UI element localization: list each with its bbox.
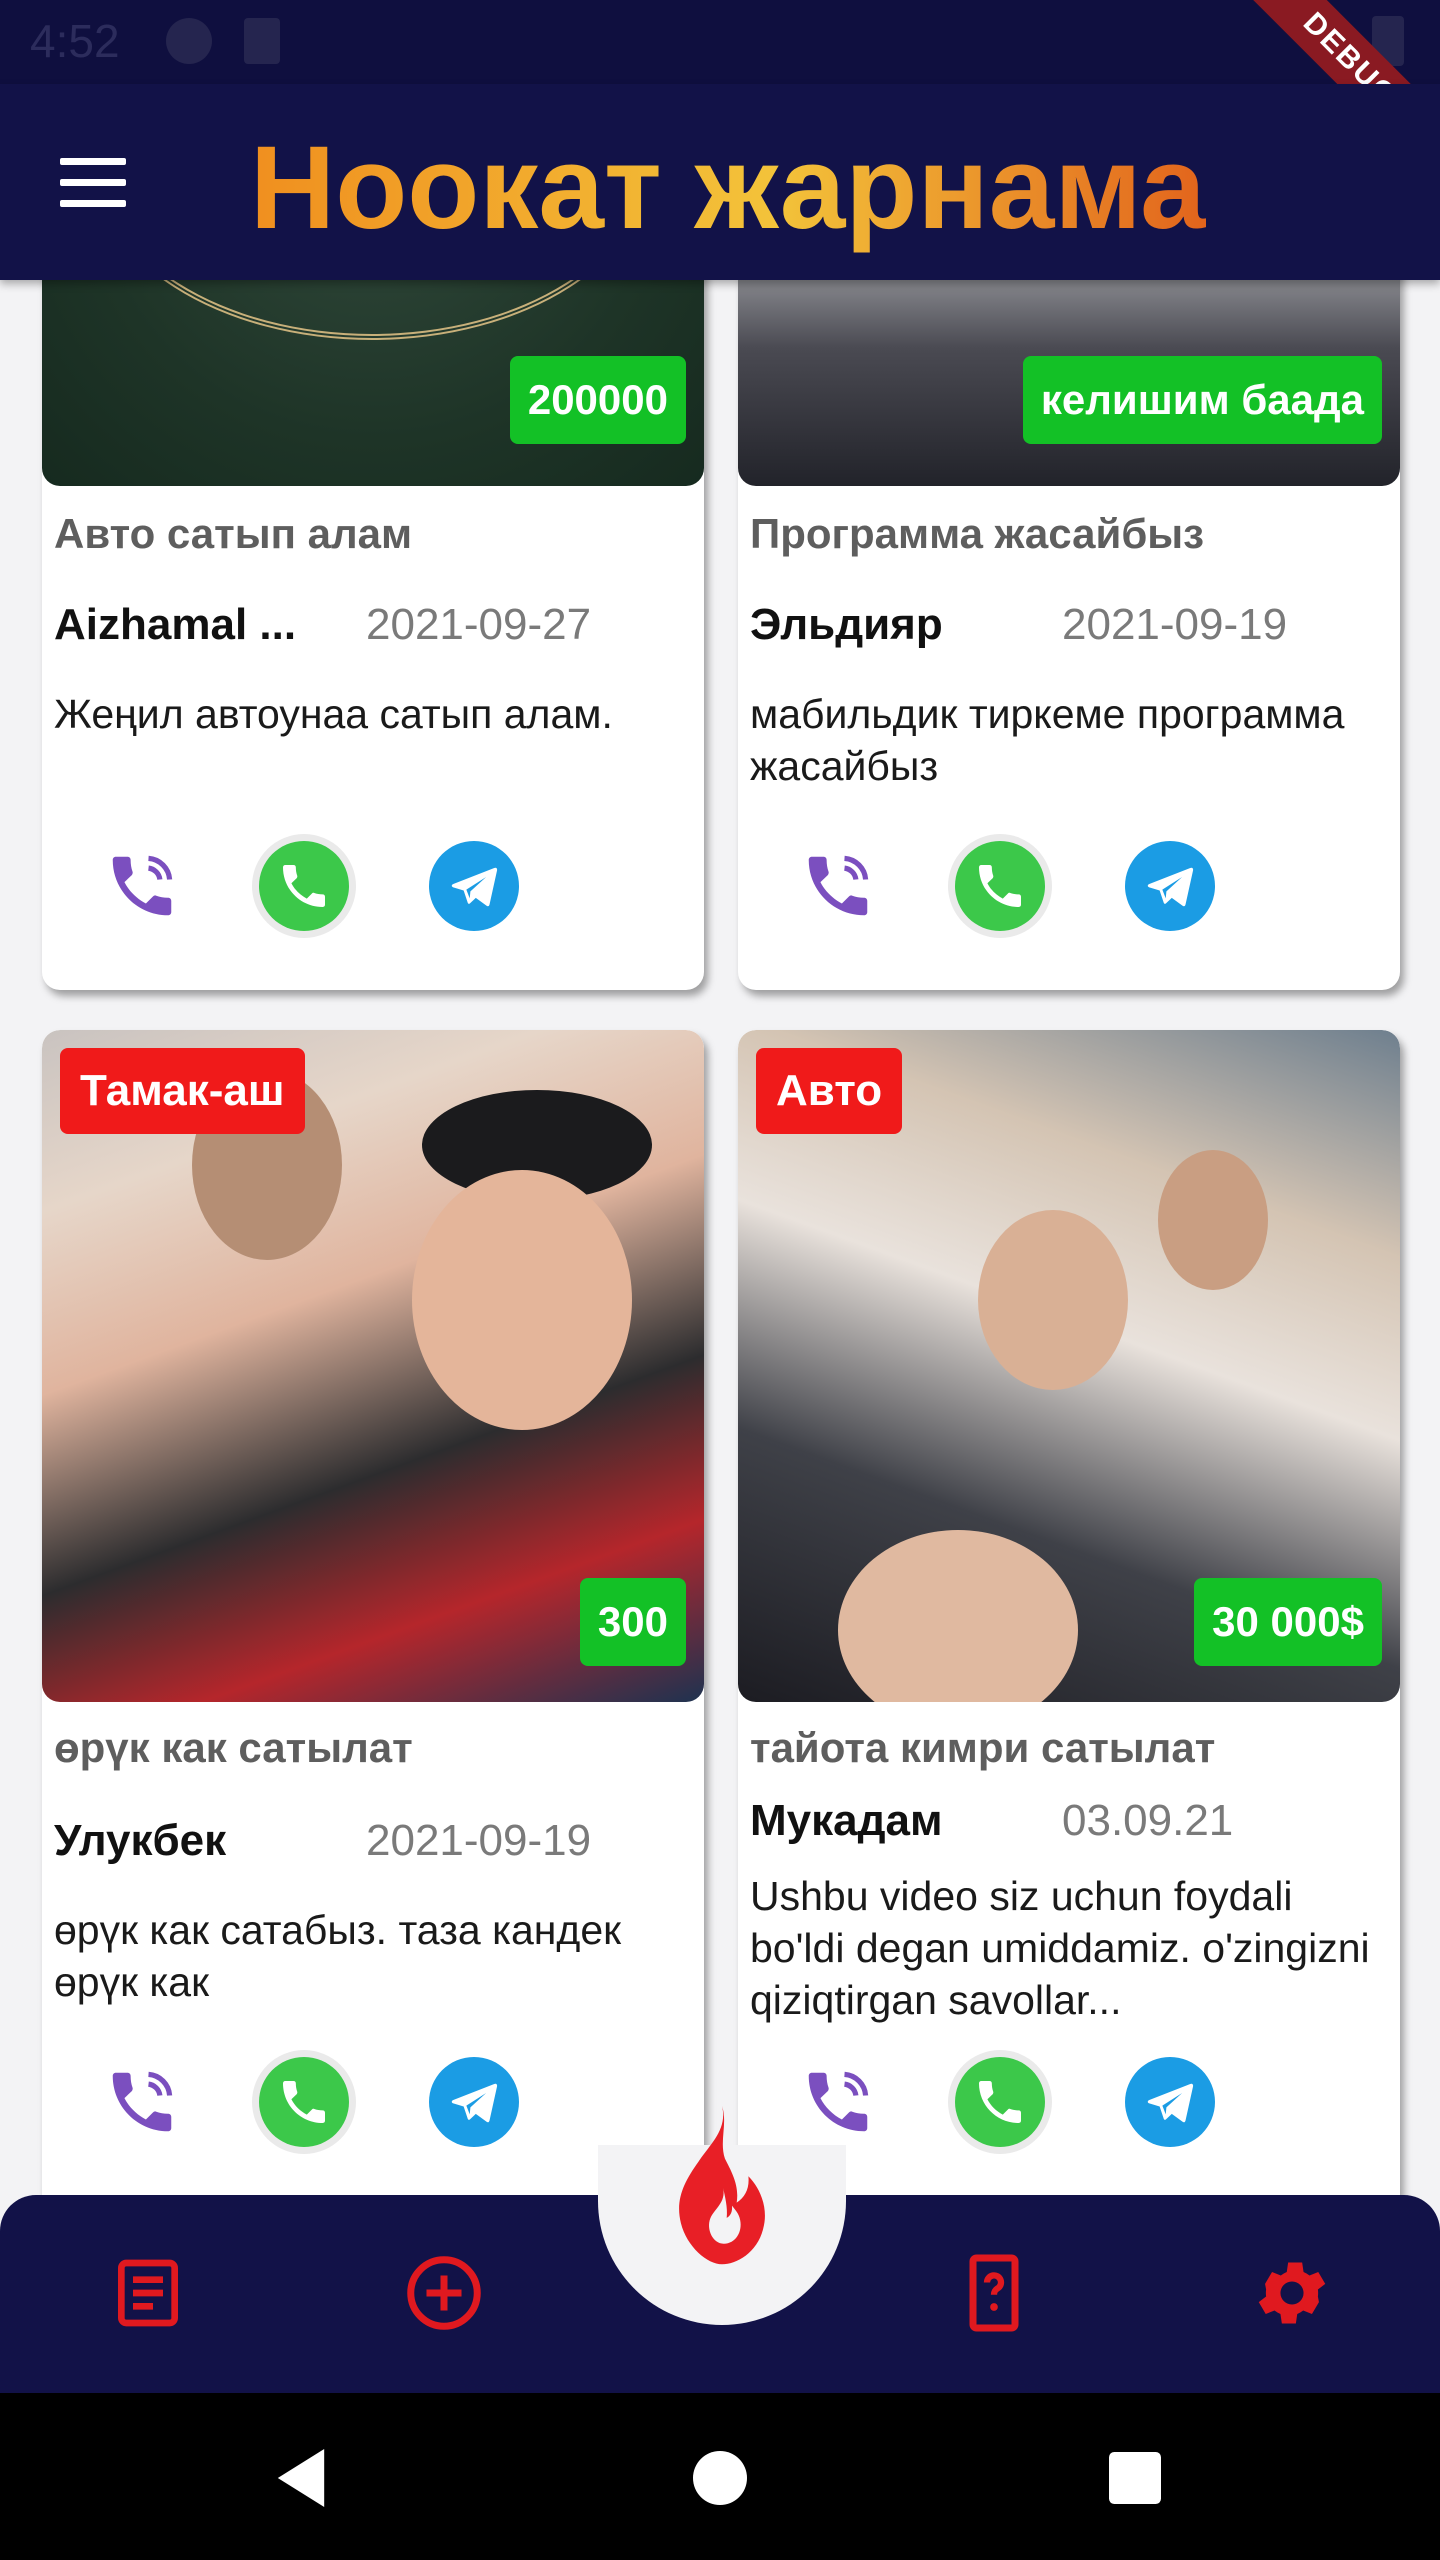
status-bar: 4:52 DEBUG <box>0 0 1440 192</box>
system-navigation-bar <box>0 2393 1440 2560</box>
listing-title: өрүк как сатылат <box>54 1724 413 1771</box>
viber-icon[interactable] <box>786 834 890 938</box>
listing-date: 2021-09-19 <box>1062 600 1288 649</box>
status-app-icon <box>166 18 212 64</box>
app-bar: Ноокат жарнама <box>0 84 1440 280</box>
fire-icon[interactable] <box>650 2100 794 2276</box>
telegram-icon[interactable] <box>422 834 526 938</box>
listing-title: тайота кимри сатылат <box>750 1724 1216 1771</box>
price-badge: келишим баада <box>1022 356 1382 444</box>
sd-card-icon <box>244 18 280 64</box>
listing-title: Программа жасайбыз <box>750 510 1205 557</box>
add-circle-icon[interactable] <box>396 2245 492 2341</box>
price-badge: 30 000$ <box>1194 1578 1382 1666</box>
whatsapp-icon[interactable] <box>252 834 356 938</box>
listing-card[interactable]: Авто 30 000$ тайота кимри сатылат Мукада… <box>738 1030 1400 2195</box>
listing-image: Авто 30 000$ <box>738 1030 1400 1702</box>
listing-author: Aizhamal ... <box>54 600 297 649</box>
app-title: Ноокат жарнама <box>250 122 1206 254</box>
price-badge: 300 <box>579 1578 686 1666</box>
telegram-icon[interactable] <box>422 2050 526 2154</box>
listing-description: мабильдик тиркеме программа жасайбыз <box>750 691 1345 789</box>
recents-icon[interactable] <box>1090 2433 1180 2523</box>
viber-icon[interactable] <box>786 2050 890 2154</box>
telegram-icon[interactable] <box>1118 2050 1222 2154</box>
telegram-icon[interactable] <box>1118 834 1222 938</box>
listing-author: Улукбек <box>54 1816 227 1865</box>
status-time: 4:52 <box>30 15 120 67</box>
whatsapp-icon[interactable] <box>948 834 1052 938</box>
listing-image: 200000 <box>42 280 704 486</box>
back-icon[interactable] <box>256 2433 346 2523</box>
listing-description: өрүк как сатабыз. таза кандек өрүк как <box>54 1907 622 2005</box>
category-badge: Тамак-аш <box>60 1048 305 1134</box>
list-icon[interactable] <box>100 2245 196 2341</box>
home-icon[interactable] <box>675 2433 765 2523</box>
category-badge: Авто <box>756 1048 903 1134</box>
whatsapp-icon[interactable] <box>252 2050 356 2154</box>
listing-author: Мукадам <box>750 1796 943 1845</box>
listing-date: 2021-09-19 <box>366 1816 592 1865</box>
listing-author: Эльдияр <box>750 600 943 649</box>
listing-description: Ushbu video siz uchun foydali bo'ldi deg… <box>750 1873 1370 2023</box>
viber-icon[interactable] <box>90 834 194 938</box>
listing-card[interactable]: келишим баада Программа жасайбыз Эльдияр… <box>738 280 1400 990</box>
listing-image: Тамак-аш 300 <box>42 1030 704 1702</box>
listing-feed[interactable]: 200000 Авто сатып алам Aizhamal ... 2021… <box>0 280 1440 2195</box>
listing-description: Жеңил автоунаа сатып алам. <box>54 691 613 737</box>
listing-date: 2021-09-27 <box>366 600 592 649</box>
hamburger-menu-icon[interactable] <box>60 158 132 214</box>
listing-image: келишим баада <box>738 280 1400 486</box>
listing-card[interactable]: Тамак-аш 300 өрүк как сатылат Улукбек 20… <box>42 1030 704 2195</box>
whatsapp-icon[interactable] <box>948 2050 1052 2154</box>
listing-card[interactable]: 200000 Авто сатып алам Aizhamal ... 2021… <box>42 280 704 990</box>
listing-title: Авто сатып алам <box>54 510 413 557</box>
help-phone-icon[interactable] <box>946 2245 1042 2341</box>
viber-icon[interactable] <box>90 2050 194 2154</box>
listing-date: 03.09.21 <box>1062 1796 1234 1845</box>
price-badge: 200000 <box>509 356 686 444</box>
settings-icon[interactable] <box>1244 2245 1340 2341</box>
